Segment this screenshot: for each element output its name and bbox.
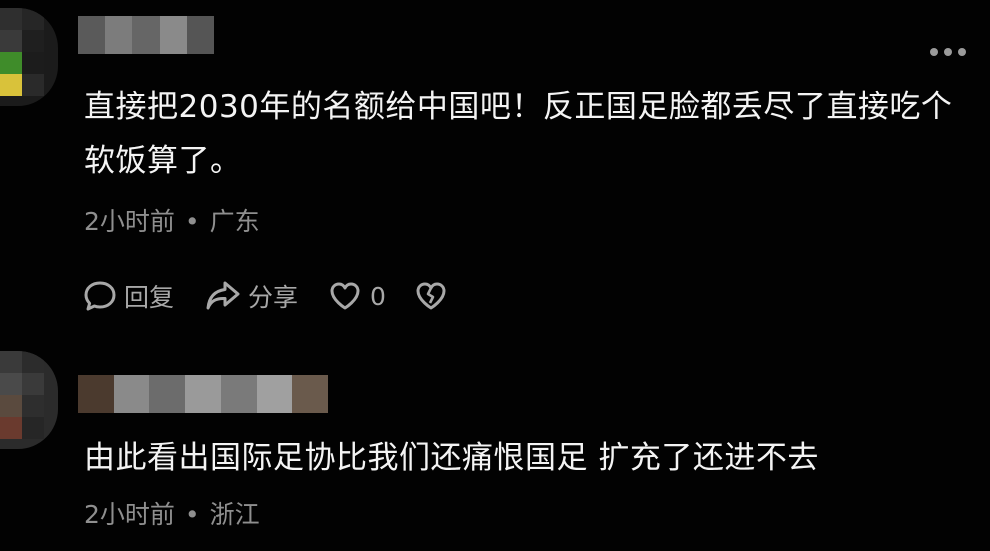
avatar[interactable] <box>0 351 58 449</box>
comment-actions: 回复 分享 0 <box>82 278 484 314</box>
more-icon[interactable] <box>930 48 966 56</box>
comment-meta: 2小时前 • 浙江 <box>84 500 260 529</box>
reply-icon <box>84 281 116 311</box>
comment-meta: 2小时前 • 广东 <box>84 207 260 236</box>
comment-text: 由此看出国际足协比我们还痛恨国足 扩充了还进不去 <box>84 440 819 476</box>
comment-text: 直接把2030年的名额给中国吧！反正国足脸都丢尽了直接吃个软饭算了。 <box>84 89 953 179</box>
reply-button[interactable]: 回复 <box>82 278 174 314</box>
dislike-button[interactable] <box>414 280 454 312</box>
like-count: 0 <box>370 281 386 311</box>
comment-item: 由此看出国际足协比我们还痛恨国足 扩充了还进不去 2小时前 • 浙江 <box>0 345 990 551</box>
heart-icon <box>330 282 360 310</box>
comment-location: 浙江 <box>209 500 260 529</box>
like-button[interactable]: 0 <box>328 280 386 312</box>
comment-time: 2小时前 <box>84 500 175 529</box>
reply-label: 回复 <box>124 283 175 312</box>
username-blurred[interactable] <box>78 16 215 54</box>
share-button[interactable]: 分享 <box>204 278 298 314</box>
username-blurred[interactable] <box>78 375 329 413</box>
share-label: 分享 <box>248 283 299 312</box>
share-icon <box>206 281 240 310</box>
comment-location: 广东 <box>209 207 260 236</box>
broken-heart-icon <box>416 282 446 310</box>
avatar[interactable] <box>0 8 58 106</box>
comment-item: 直接把2030年的名额给中国吧！反正国足脸都丢尽了直接吃个软饭算了。 2小时前 •… <box>0 0 990 345</box>
comment-time: 2小时前 <box>84 207 175 236</box>
